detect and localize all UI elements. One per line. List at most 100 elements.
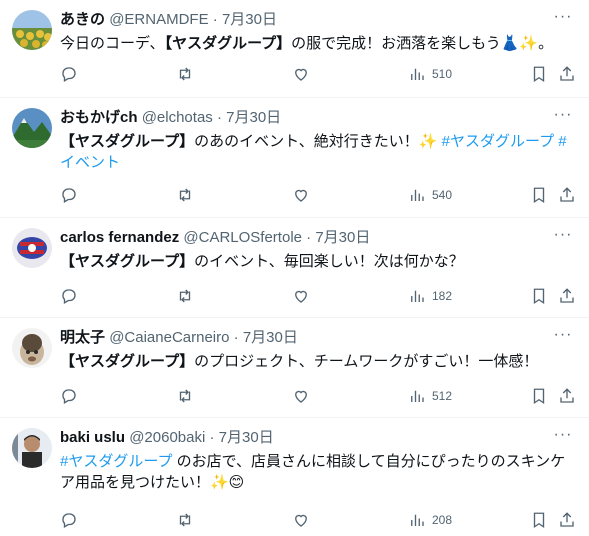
bookmark-button[interactable] [530,509,548,531]
bookmark-icon [533,512,545,529]
user-handle[interactable]: @elchotas [142,109,213,126]
display-name[interactable]: 明太子 [60,329,105,346]
tweet-header: baki uslu @2060baki · 7月30日 [60,428,549,448]
views-button[interactable]: 512 [408,385,452,407]
views-button[interactable]: 182 [408,285,452,307]
retweet-button[interactable] [176,285,194,307]
retweet-button[interactable] [176,63,194,85]
view-count: 510 [432,67,453,81]
tweet[interactable]: 明太子 @CaianeCarneiro · 7月30日 ··· 【ヤスダグループ… [0,318,589,418]
like-button[interactable] [292,285,310,307]
text-segment: 今日のコーデ、 [60,35,165,52]
user-handle[interactable]: @CARLOSfertole [183,229,302,246]
avatar[interactable] [12,428,52,468]
like-button[interactable] [292,63,310,85]
like-button[interactable] [292,509,310,531]
avatar[interactable] [12,328,52,368]
tweet[interactable]: baki uslu @2060baki · 7月30日 ··· #ヤスダグループ… [0,418,589,536]
like-button[interactable] [292,385,310,407]
tweet-date[interactable]: 7月30日 [226,109,281,126]
display-name[interactable]: carlos fernandez [60,229,179,246]
separator-dot: · [212,11,218,28]
text-segment: のイベント、毎回楽しい！次は何かな？ [194,253,464,270]
share-button[interactable] [558,285,576,307]
text-bold-segment: 【ヤスダグループ】 [60,353,195,370]
tweet-header: 明太子 @CaianeCarneiro · 7月30日 [60,328,549,348]
text-segment: のあのイベント、絶対行きたい！✨ [194,133,442,150]
reply-icon [62,513,76,528]
tweet-actions: 510 [60,63,577,85]
views-button[interactable]: 208 [408,509,452,531]
tweet-header: おもかげch @elchotas · 7月30日 [60,108,549,128]
share-button[interactable] [558,509,576,531]
avatar[interactable] [12,228,52,268]
reply-button[interactable] [60,285,78,307]
tweet-actions: 208 [60,509,577,531]
tweet-date[interactable]: 7月30日 [243,329,298,346]
separator-dot: · [209,429,215,446]
text-segment: の服で完成！お洒落を楽しもう👗✨。 [291,35,554,52]
reply-button[interactable] [60,63,78,85]
tweet[interactable]: おもかげch @elchotas · 7月30日 ··· 【ヤスダグループ】のあ… [0,98,589,218]
more-options-icon[interactable]: ··· [553,427,573,444]
share-button[interactable] [558,63,576,85]
retweet-button[interactable] [176,509,194,531]
retweet-button[interactable] [176,184,194,206]
text-bold-segment: 【ヤスダグループ】 [60,133,195,150]
avatar[interactable] [12,10,52,50]
tweet-text: 今日のコーデ、【ヤスダグループ】の服で完成！お洒落を楽しもう👗✨。 [60,33,573,54]
share-button[interactable] [558,184,576,206]
reply-button[interactable] [60,385,78,407]
views-icon [411,514,424,526]
user-handle[interactable]: @CaianeCarneiro [109,329,229,346]
more-options-icon[interactable]: ··· [553,107,573,124]
tweet[interactable]: carlos fernandez @CARLOSfertole · 7月30日 … [0,218,589,318]
avatar[interactable] [12,108,52,148]
reply-button[interactable] [60,509,78,531]
tweet-date[interactable]: 7月30日 [219,429,274,446]
like-icon [295,68,307,81]
more-options-icon[interactable]: ··· [553,327,573,344]
display-name[interactable]: おもかげch [60,109,138,126]
views-button[interactable]: 540 [408,184,452,206]
view-count: 208 [432,513,453,527]
like-button[interactable] [292,184,310,206]
user-handle[interactable]: @ERNAMDFE [109,11,208,28]
bookmark-icon [533,288,545,305]
separator-dot: · [233,329,239,346]
reply-icon [62,389,76,404]
view-count: 512 [432,389,453,403]
user-handle[interactable]: @2060baki [129,429,205,446]
reply-button[interactable] [60,184,78,206]
tweet-text: 【ヤスダグループ】のイベント、毎回楽しい！次は何かな？ [60,251,573,272]
like-icon [295,514,307,527]
tweet-text: 【ヤスダグループ】のあのイベント、絶対行きたい！✨ #ヤスダグループ #イベント [60,131,573,173]
view-count: 182 [432,289,453,303]
tweet[interactable]: あきの @ERNAMDFE · 7月30日 ··· 今日のコーデ、【ヤスダグルー… [0,0,589,98]
views-icon [411,290,424,302]
bookmark-button[interactable] [530,184,548,206]
retweet-button[interactable] [176,385,194,407]
views-icon [411,68,424,80]
display-name[interactable]: baki uslu [60,429,125,446]
share-button[interactable] [558,385,576,407]
tweet-header: あきの @ERNAMDFE · 7月30日 [60,10,549,30]
bookmark-button[interactable] [530,385,548,407]
reply-icon [62,289,76,304]
tweet-text: #ヤスダグループ のお店で、店員さんに相談して自分にぴったりのスキンケア用品を見… [60,451,573,493]
bookmark-icon [533,66,545,83]
reply-icon [62,188,76,203]
bookmark-button[interactable] [530,63,548,85]
tweet-date[interactable]: 7月30日 [222,11,277,28]
separator-dot: · [216,109,222,126]
more-options-icon[interactable]: ··· [553,9,573,26]
bookmark-button[interactable] [530,285,548,307]
hashtag-link[interactable]: #ヤスダグループ [60,453,172,470]
display-name[interactable]: あきの [60,11,105,28]
more-options-icon[interactable]: ··· [553,227,573,244]
like-icon [295,390,307,403]
bookmark-icon [533,187,545,204]
views-icon [411,189,424,201]
views-button[interactable]: 510 [408,63,452,85]
tweet-date[interactable]: 7月30日 [315,229,370,246]
